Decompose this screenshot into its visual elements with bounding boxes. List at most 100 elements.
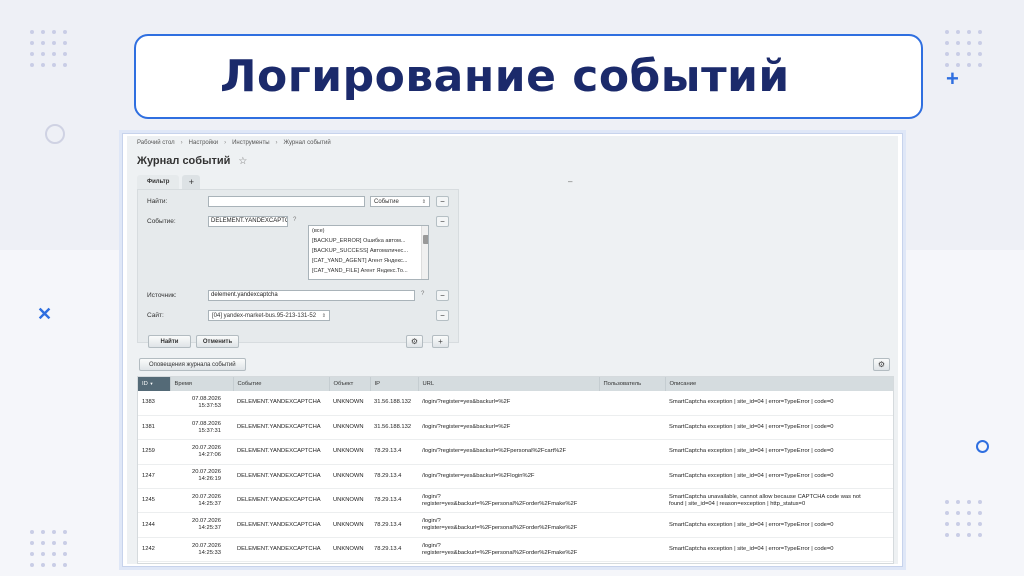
event-label: Событие: bbox=[147, 218, 176, 225]
find-label: Найти: bbox=[147, 198, 168, 205]
cell-date: 20.07.2026 bbox=[191, 542, 221, 549]
event-listbox[interactable]: (все) [BACKUP_ERROR] Ошибка автом... [BA… bbox=[308, 225, 429, 280]
column-header-id[interactable]: ID ▼ bbox=[138, 377, 171, 391]
decor-dot bbox=[63, 30, 67, 34]
event-option[interactable]: [CAT_YAND_AGENT] Агент Яндекс... bbox=[309, 256, 428, 266]
cell-object: UNKNOWN bbox=[329, 391, 370, 416]
remove-site-button[interactable]: − bbox=[436, 310, 449, 321]
event-option[interactable]: (все) bbox=[309, 226, 428, 236]
cell-url-line: /login/? bbox=[422, 493, 441, 500]
decor-dot bbox=[41, 52, 45, 56]
decor-dot bbox=[52, 41, 56, 45]
cancel-button[interactable]: Отменить bbox=[196, 335, 239, 348]
table-row[interactable]: 1245 20.07.2026 14:25:37 DELEMENT.YANDEXC… bbox=[138, 488, 893, 514]
cell-description: SmartCaptcha exception | site_id=04 | er… bbox=[665, 391, 893, 416]
table-row[interactable]: 1244 20.07.2026 14:25:37 DELEMENT.YANDEXC… bbox=[138, 512, 893, 538]
remove-event-button[interactable]: − bbox=[436, 216, 449, 227]
column-header-url[interactable]: URL bbox=[418, 377, 600, 391]
decor-dot bbox=[41, 530, 45, 534]
column-header-description[interactable]: Описание bbox=[665, 377, 893, 391]
circle-icon bbox=[976, 440, 989, 453]
cell-user bbox=[599, 488, 665, 514]
help-icon[interactable]: ? bbox=[293, 217, 296, 223]
add-filter-button[interactable]: + bbox=[432, 335, 449, 348]
cell-ip: 78.29.13.4 bbox=[370, 439, 418, 465]
cell-clock: 15:37:31 bbox=[198, 427, 221, 434]
decor-dot bbox=[63, 63, 67, 67]
remove-source-button[interactable]: − bbox=[436, 290, 449, 301]
decor-dot bbox=[30, 563, 34, 567]
site-label: Сайт: bbox=[147, 312, 164, 319]
cell-object: UNKNOWN bbox=[329, 415, 370, 441]
site-select[interactable]: [04] yandex-market-bus.95-213-131-52 ⇕ bbox=[208, 310, 330, 321]
cell-event: DELEMENT.YANDEXCAPTCHA bbox=[233, 391, 329, 416]
event-option[interactable]: [BACKUP_ERROR] Ошибка автом... bbox=[309, 236, 428, 246]
table-row[interactable]: 1383 07.08.2026 15:37:53 DELEMENT.YANDEXC… bbox=[138, 391, 893, 416]
sort-down-icon: ▼ bbox=[149, 381, 154, 386]
column-header-user[interactable]: Пользователь bbox=[599, 377, 666, 391]
breadcrumb-item[interactable]: Настройки bbox=[189, 140, 218, 146]
cell-time: 07.08.2026 15:37:31 bbox=[170, 415, 233, 441]
cell-url: /login/?register=yes&backurl=%2Flogin%2F bbox=[418, 464, 599, 490]
table-row[interactable]: 1247 20.07.2026 14:26:19 DELEMENT.YANDEXC… bbox=[138, 464, 893, 490]
add-filter-tab-button[interactable]: + bbox=[182, 175, 201, 189]
cell-id: 1383 bbox=[138, 391, 170, 416]
decor-dot bbox=[945, 522, 949, 526]
cell-description: SmartCaptcha exception | site_id=04 | er… bbox=[665, 464, 893, 490]
table-row[interactable]: 1242 20.07.2026 14:25:33 DELEMENT.YANDEXC… bbox=[138, 537, 893, 563]
collapse-filter-icon[interactable]: – bbox=[568, 177, 572, 186]
gear-icon[interactable]: ⚙ bbox=[406, 335, 423, 348]
cell-event: DELEMENT.YANDEXCAPTCHA bbox=[233, 488, 329, 514]
breadcrumb-separator: › bbox=[224, 140, 227, 146]
table-row[interactable]: 1259 20.07.2026 14:27:06 DELEMENT.YANDEXC… bbox=[138, 439, 893, 465]
decor-dot bbox=[967, 533, 971, 537]
column-header-ip[interactable]: IP bbox=[370, 377, 419, 391]
cell-url-line: /login/? bbox=[422, 518, 441, 525]
tab-filter[interactable]: Фильтр bbox=[137, 175, 180, 189]
event-option[interactable]: [BACKUP_SUCCESS] Автоматичес... bbox=[309, 246, 428, 256]
cell-url: /login/?register=yes&backurl=%2F bbox=[418, 415, 599, 441]
scrollbar-thumb[interactable] bbox=[423, 235, 428, 244]
circle-icon bbox=[45, 124, 65, 144]
cell-date: 20.07.2026 bbox=[191, 493, 221, 500]
chevron-updown-icon: ⇕ bbox=[421, 198, 426, 205]
column-header-time[interactable]: Время bbox=[170, 377, 234, 391]
column-header-event[interactable]: Событие bbox=[233, 377, 330, 391]
decor-dot bbox=[945, 30, 949, 34]
event-notifications-button[interactable]: Оповещения журнала событий bbox=[139, 358, 246, 371]
cell-ip: 78.29.13.4 bbox=[370, 537, 418, 563]
event-input[interactable]: DELEMENT.YANDEXCAPTCHA bbox=[208, 216, 288, 227]
decor-dot bbox=[956, 533, 960, 537]
cell-date: 20.07.2026 bbox=[191, 469, 221, 476]
decor-dot bbox=[41, 41, 45, 45]
decor-dot bbox=[956, 511, 960, 515]
cell-ip: 78.29.13.4 bbox=[370, 464, 418, 490]
cell-object: UNKNOWN bbox=[329, 488, 370, 514]
cell-url-line: register=yes&backurl=%2Fpersonal%2Forder… bbox=[422, 525, 578, 532]
find-input[interactable] bbox=[208, 196, 365, 207]
decor-dot bbox=[978, 533, 982, 537]
event-option[interactable]: [CAT_YAND_FILE] Агент Яндекс.То... bbox=[309, 266, 428, 276]
cell-event: DELEMENT.YANDEXCAPTCHA bbox=[233, 537, 329, 563]
breadcrumb-item[interactable]: Инструменты bbox=[232, 140, 269, 146]
remove-find-button[interactable]: − bbox=[436, 196, 449, 207]
source-input[interactable]: delement.yandexcaptcha bbox=[208, 290, 415, 301]
find-button[interactable]: Найти bbox=[148, 335, 191, 348]
column-header-object[interactable]: Объект bbox=[329, 377, 371, 391]
table-row[interactable]: 1381 07.08.2026 15:37:31 DELEMENT.YANDEXC… bbox=[138, 415, 893, 441]
cell-url: /login/?register=yes&backurl=%2Fpersonal… bbox=[418, 537, 599, 563]
listbox-scrollbar[interactable] bbox=[421, 226, 428, 279]
page-title: Журнал событий ☆ bbox=[137, 155, 247, 167]
decor-dot bbox=[945, 533, 949, 537]
decor-dot bbox=[63, 563, 67, 567]
find-field-select[interactable]: Событие ⇕ bbox=[370, 196, 430, 207]
breadcrumb-item[interactable]: Журнал событий bbox=[284, 140, 331, 146]
star-icon[interactable]: ☆ bbox=[238, 156, 247, 167]
cell-user bbox=[599, 439, 665, 465]
cell-id: 1244 bbox=[138, 512, 170, 538]
site-select-value: [04] yandex-market-bus.95-213-131-52 bbox=[212, 312, 317, 319]
gear-icon[interactable]: ⚙ bbox=[873, 358, 890, 371]
decor-dot bbox=[978, 63, 982, 67]
help-icon[interactable]: ? bbox=[421, 291, 424, 297]
breadcrumb-item[interactable]: Рабочий стол bbox=[137, 140, 175, 146]
